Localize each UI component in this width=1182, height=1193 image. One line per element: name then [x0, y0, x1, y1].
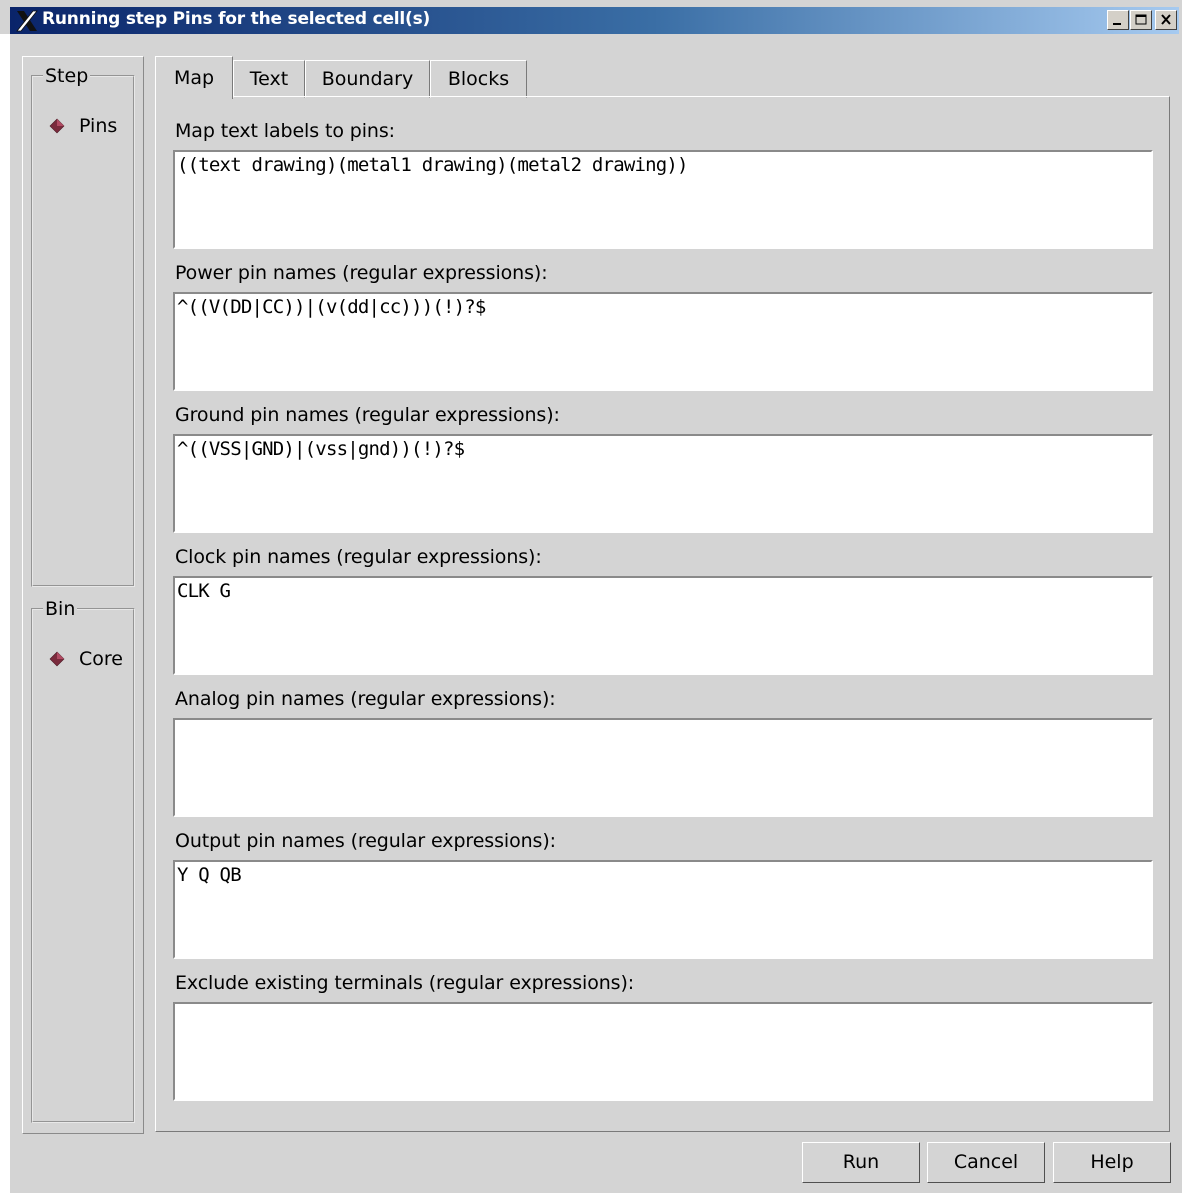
- map-text-labels-input[interactable]: ((text drawing)(metal1 drawing)(metal2 d…: [173, 150, 1153, 249]
- window-title: Running step Pins for the selected cell(…: [42, 9, 431, 29]
- exclude-terminals-label: Exclude existing terminals (regular expr…: [175, 972, 635, 994]
- exclude-terminals-input[interactable]: [173, 1002, 1153, 1101]
- maximize-icon: [1135, 14, 1147, 25]
- power-pin-input[interactable]: ^((V(DD|CC))|(v(dd|cc)))(!)?$: [173, 292, 1153, 391]
- close-button[interactable]: [1155, 10, 1177, 30]
- map-text-labels-label: Map text labels to pins:: [175, 120, 395, 142]
- step-group: Step Pins: [31, 65, 135, 587]
- clock-pin-input[interactable]: CLK G: [173, 576, 1153, 675]
- bin-option-core[interactable]: Core: [49, 648, 123, 670]
- close-icon: [1161, 14, 1171, 25]
- radio-selected-icon: [49, 651, 65, 667]
- maximize-button[interactable]: [1130, 10, 1152, 30]
- tab-text[interactable]: Text: [233, 60, 305, 98]
- ground-pin-label: Ground pin names (regular expressions):: [175, 404, 560, 426]
- x-logo-icon: [16, 10, 38, 32]
- tab-boundary[interactable]: Boundary: [305, 60, 430, 98]
- analog-pin-input[interactable]: [173, 718, 1153, 817]
- analog-pin-label: Analog pin names (regular expressions):: [175, 688, 556, 710]
- tab-map[interactable]: Map: [155, 56, 233, 99]
- minimize-button[interactable]: [1107, 10, 1129, 30]
- ground-pin-input[interactable]: ^((VSS|GND)|(vss|gnd))(!)?$: [173, 434, 1153, 533]
- bin-option-label: Core: [79, 648, 123, 670]
- map-tab-content: Map text labels to pins: ((text drawing)…: [155, 96, 1170, 1132]
- minimize-icon: [1113, 23, 1121, 25]
- window-edge: [0, 34, 10, 1193]
- help-button[interactable]: Help: [1053, 1142, 1171, 1183]
- output-pin-input[interactable]: Y Q QB: [173, 860, 1153, 959]
- step-option-pins[interactable]: Pins: [49, 115, 117, 137]
- cancel-button[interactable]: Cancel: [927, 1142, 1045, 1183]
- run-button[interactable]: Run: [802, 1142, 920, 1183]
- step-group-label: Step: [45, 65, 89, 87]
- tab-blocks[interactable]: Blocks: [430, 60, 527, 98]
- output-pin-label: Output pin names (regular expressions):: [175, 830, 556, 852]
- bin-group-label: Bin: [45, 598, 76, 620]
- step-option-label: Pins: [79, 115, 118, 137]
- step-bin-panel: Step Pins Bin Core: [22, 56, 144, 1134]
- power-pin-label: Power pin names (regular expressions):: [175, 262, 548, 284]
- radio-selected-icon: [49, 118, 65, 134]
- title-bar: Running step Pins for the selected cell(…: [10, 7, 1179, 34]
- clock-pin-label: Clock pin names (regular expressions):: [175, 546, 542, 568]
- bin-group: Bin Core: [31, 598, 135, 1123]
